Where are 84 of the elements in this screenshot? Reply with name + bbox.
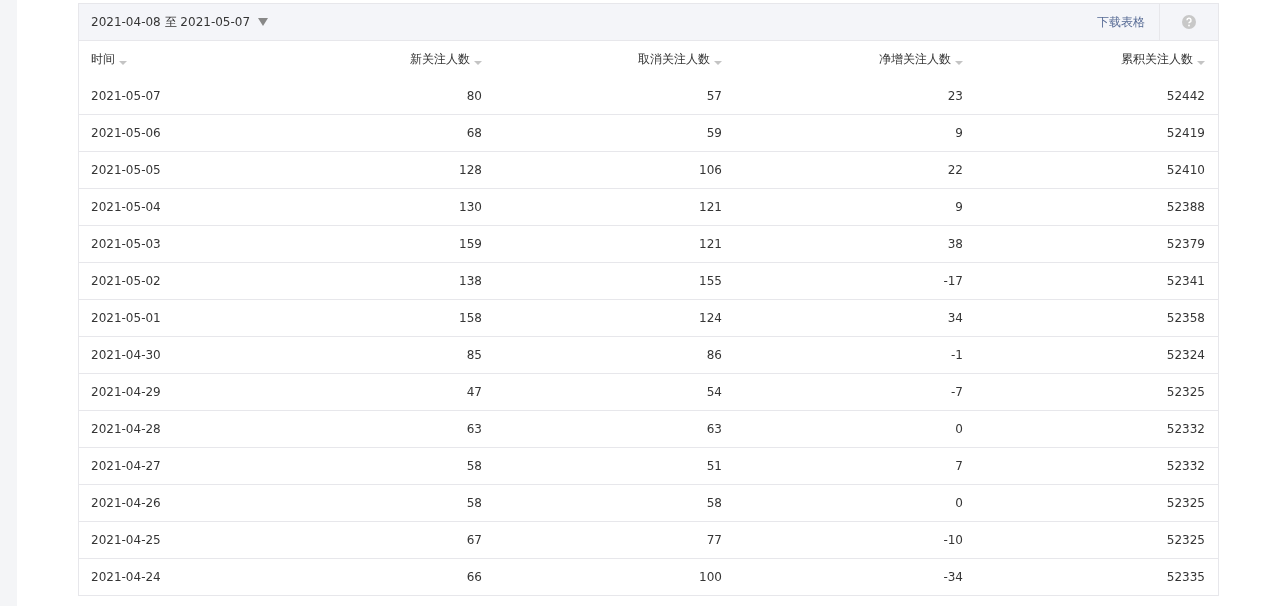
table-cell: 2021-04-28 [91, 422, 161, 436]
table-cell: 100 [699, 570, 722, 584]
table-cell: 52341 [1166, 274, 1205, 288]
table-cell: 2021-04-30 [91, 348, 161, 362]
table-cell: 0 [955, 496, 963, 510]
table-cell: 124 [699, 311, 722, 325]
table-cell: 47 [466, 385, 482, 399]
table-cell: 86 [706, 348, 722, 362]
sort-caret-icon[interactable] [119, 60, 127, 65]
table-cell: 52332 [1166, 422, 1205, 436]
table-cell: 128 [459, 163, 482, 177]
table-cell: 106 [699, 163, 722, 177]
date-range-dropdown[interactable]: 2021-04-08 至 2021-05-07 [91, 13, 269, 31]
table-cell: 80 [466, 89, 482, 103]
table-cell: 52325 [1166, 533, 1205, 547]
table-cell: 2021-04-24 [91, 570, 161, 584]
table-cell: 52325 [1166, 496, 1205, 510]
table-cell: 52410 [1166, 163, 1205, 177]
table-cell: 22 [947, 163, 963, 177]
sort-caret-icon[interactable] [714, 60, 722, 65]
table-cell: -17 [943, 274, 963, 288]
table-cell: 2021-05-03 [91, 237, 161, 251]
table-cell: 34 [947, 311, 963, 325]
table-cell: 52335 [1166, 570, 1205, 584]
table-cell: 2021-05-04 [91, 200, 161, 214]
table-cell: 2021-05-05 [91, 163, 161, 177]
table-cell: -34 [943, 570, 963, 584]
sort-caret-icon[interactable] [1197, 60, 1205, 65]
table-cell: 63 [466, 422, 482, 436]
table-cell: -1 [951, 348, 963, 362]
table-cell: 77 [706, 533, 722, 547]
column-header[interactable]: 净增关注人数 [879, 51, 951, 68]
table-cell: 67 [466, 533, 482, 547]
sort-caret-icon[interactable] [955, 60, 963, 65]
table-cell: -10 [943, 533, 963, 547]
table-cell: 2021-05-06 [91, 126, 161, 140]
table-cell: 9 [955, 126, 963, 140]
table-cell: 52332 [1166, 459, 1205, 473]
table-cell: 2021-05-01 [91, 311, 161, 325]
table-cell: 38 [947, 237, 963, 251]
table-cell: 158 [459, 311, 482, 325]
table-cell: 54 [706, 385, 722, 399]
table-cell: 52442 [1166, 89, 1205, 103]
table-cell: 155 [699, 274, 722, 288]
table-cell: 52358 [1166, 311, 1205, 325]
table-cell: 52324 [1166, 348, 1205, 362]
table-cell: -7 [951, 385, 963, 399]
table-cell: 52419 [1166, 126, 1205, 140]
table-cell: 2021-04-29 [91, 385, 161, 399]
table-cell: 2021-04-27 [91, 459, 161, 473]
table-cell: 58 [466, 496, 482, 510]
table-cell: 52379 [1166, 237, 1205, 251]
column-header[interactable]: 时间 [91, 51, 115, 68]
table-cell: 58 [706, 496, 722, 510]
column-header[interactable]: 累积关注人数 [1121, 51, 1193, 68]
column-header[interactable]: 取消关注人数 [638, 51, 710, 68]
help-icon[interactable] [1182, 15, 1196, 29]
table-cell: 52388 [1166, 200, 1205, 214]
table-cell: 9 [955, 200, 963, 214]
table-cell: 58 [466, 459, 482, 473]
table-cell: 2021-04-26 [91, 496, 161, 510]
table-cell: 63 [706, 422, 722, 436]
sort-caret-icon[interactable] [474, 60, 482, 65]
table-cell: 52325 [1166, 385, 1205, 399]
table-cell: 121 [699, 237, 722, 251]
table-cell: 2021-05-07 [91, 89, 161, 103]
table-cell: 57 [706, 89, 722, 103]
table-cell: 2021-05-02 [91, 274, 161, 288]
table-cell: 121 [699, 200, 722, 214]
table-cell: 23 [947, 89, 963, 103]
table-cell: 130 [459, 200, 482, 214]
table-cell: 85 [466, 348, 482, 362]
table-cell: 159 [459, 237, 482, 251]
column-header[interactable]: 新关注人数 [410, 51, 470, 68]
table-cell: 0 [955, 422, 963, 436]
table-cell: 51 [706, 459, 722, 473]
table-cell: 2021-04-25 [91, 533, 161, 547]
table-cell: 59 [706, 126, 722, 140]
table-cell: 138 [459, 274, 482, 288]
dropdown-triangle-icon [258, 18, 269, 26]
table-cell: 7 [955, 459, 963, 473]
table-cell: 66 [466, 570, 482, 584]
table-cell: 68 [466, 126, 482, 140]
download-table-link[interactable]: 下载表格 [1097, 13, 1145, 31]
